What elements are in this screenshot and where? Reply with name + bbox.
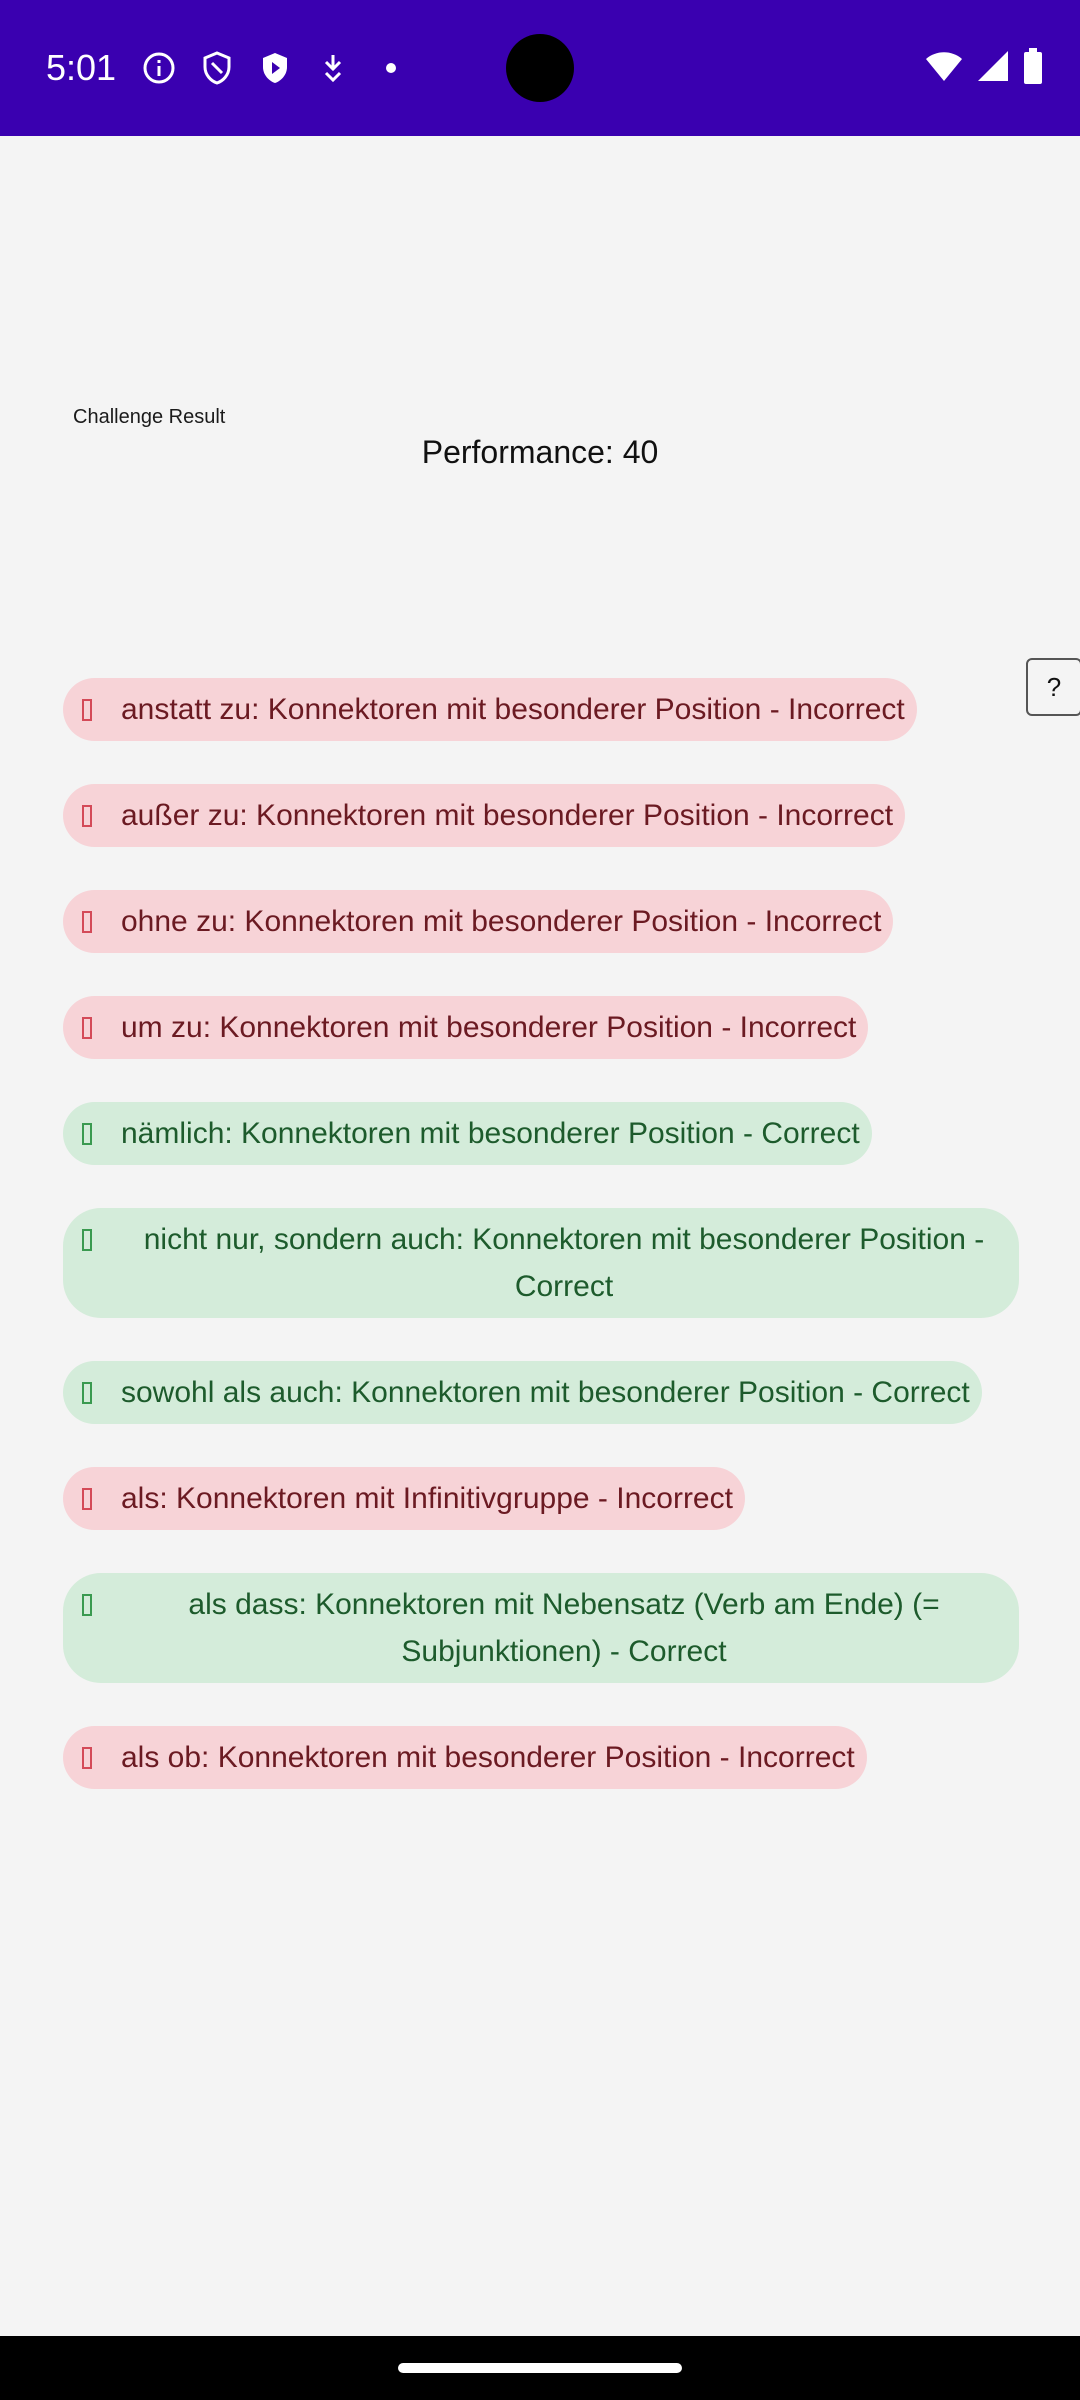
result-chip[interactable]: nicht nur, sondern auch: Konnektoren mit… bbox=[63, 1208, 1019, 1318]
check-status-icon bbox=[73, 1369, 101, 1416]
results-list: anstatt zu: Konnektoren mit besonderer P… bbox=[63, 678, 1019, 1789]
home-gesture-handle[interactable] bbox=[398, 2363, 682, 2373]
result-chip[interactable]: außer zu: Konnektoren mit besonderer Pos… bbox=[63, 784, 906, 847]
check-status-icon bbox=[73, 1110, 101, 1157]
result-chip[interactable]: nämlich: Konnektoren mit besonderer Posi… bbox=[63, 1102, 872, 1165]
cross-status-icon bbox=[73, 898, 101, 945]
status-icons-right bbox=[924, 46, 1044, 90]
result-text: als ob: Konnektoren mit besonderer Posit… bbox=[121, 1741, 855, 1774]
help-button[interactable]: ? bbox=[1026, 658, 1080, 716]
shield-play-icon bbox=[256, 49, 294, 87]
cross-status-icon bbox=[73, 1004, 101, 1051]
result-chip[interactable]: als ob: Konnektoren mit besonderer Posit… bbox=[63, 1726, 867, 1789]
result-text: ohne zu: Konnektoren mit besonderer Posi… bbox=[121, 905, 882, 938]
result-text: anstatt zu: Konnektoren mit besonderer P… bbox=[121, 693, 905, 726]
result-text: als dass: Konnektoren mit Nebensatz (Ver… bbox=[188, 1588, 940, 1668]
result-text: außer zu: Konnektoren mit besonderer Pos… bbox=[121, 799, 894, 832]
battery-icon bbox=[1022, 47, 1044, 89]
result-text: sowohl als auch: Konnektoren mit besonde… bbox=[121, 1376, 970, 1409]
camera-cutout bbox=[506, 34, 574, 102]
cross-status-icon bbox=[73, 792, 101, 839]
result-chip[interactable]: anstatt zu: Konnektoren mit besonderer P… bbox=[63, 678, 917, 741]
status-time: 5:01 bbox=[46, 47, 117, 88]
cross-status-icon bbox=[73, 686, 101, 733]
cross-status-icon bbox=[73, 1734, 101, 1781]
result-text: nicht nur, sondern auch: Konnektoren mit… bbox=[143, 1223, 985, 1303]
result-chip[interactable]: sowohl als auch: Konnektoren mit besonde… bbox=[63, 1361, 982, 1424]
result-chip[interactable]: ohne zu: Konnektoren mit besonderer Posi… bbox=[63, 890, 894, 953]
dot-icon bbox=[372, 49, 410, 87]
check-status-icon bbox=[73, 1581, 101, 1628]
cellular-signal-icon bbox=[976, 49, 1010, 87]
result-text: um zu: Konnektoren mit besonderer Positi… bbox=[121, 1011, 857, 1044]
cross-status-icon bbox=[73, 1475, 101, 1522]
challenge-result-title: Challenge Result bbox=[73, 406, 226, 428]
result-chip[interactable]: als: Konnektoren mit Infinitivgruppe - I… bbox=[63, 1467, 745, 1530]
shield-outline-icon bbox=[198, 49, 236, 87]
download-arrow-icon bbox=[314, 49, 352, 87]
status-icons-left bbox=[140, 46, 410, 90]
result-text: als: Konnektoren mit Infinitivgruppe - I… bbox=[121, 1482, 733, 1515]
result-chip[interactable]: als dass: Konnektoren mit Nebensatz (Ver… bbox=[63, 1573, 1019, 1683]
performance-score: Performance: 40 bbox=[421, 434, 659, 470]
wifi-icon bbox=[924, 49, 964, 87]
status-bar: 5:01 bbox=[0, 0, 1080, 136]
check-status-icon bbox=[73, 1216, 101, 1263]
result-text: nämlich: Konnektoren mit besonderer Posi… bbox=[121, 1117, 860, 1150]
result-chip[interactable]: um zu: Konnektoren mit besonderer Positi… bbox=[63, 996, 869, 1059]
info-circle-icon bbox=[140, 49, 178, 87]
